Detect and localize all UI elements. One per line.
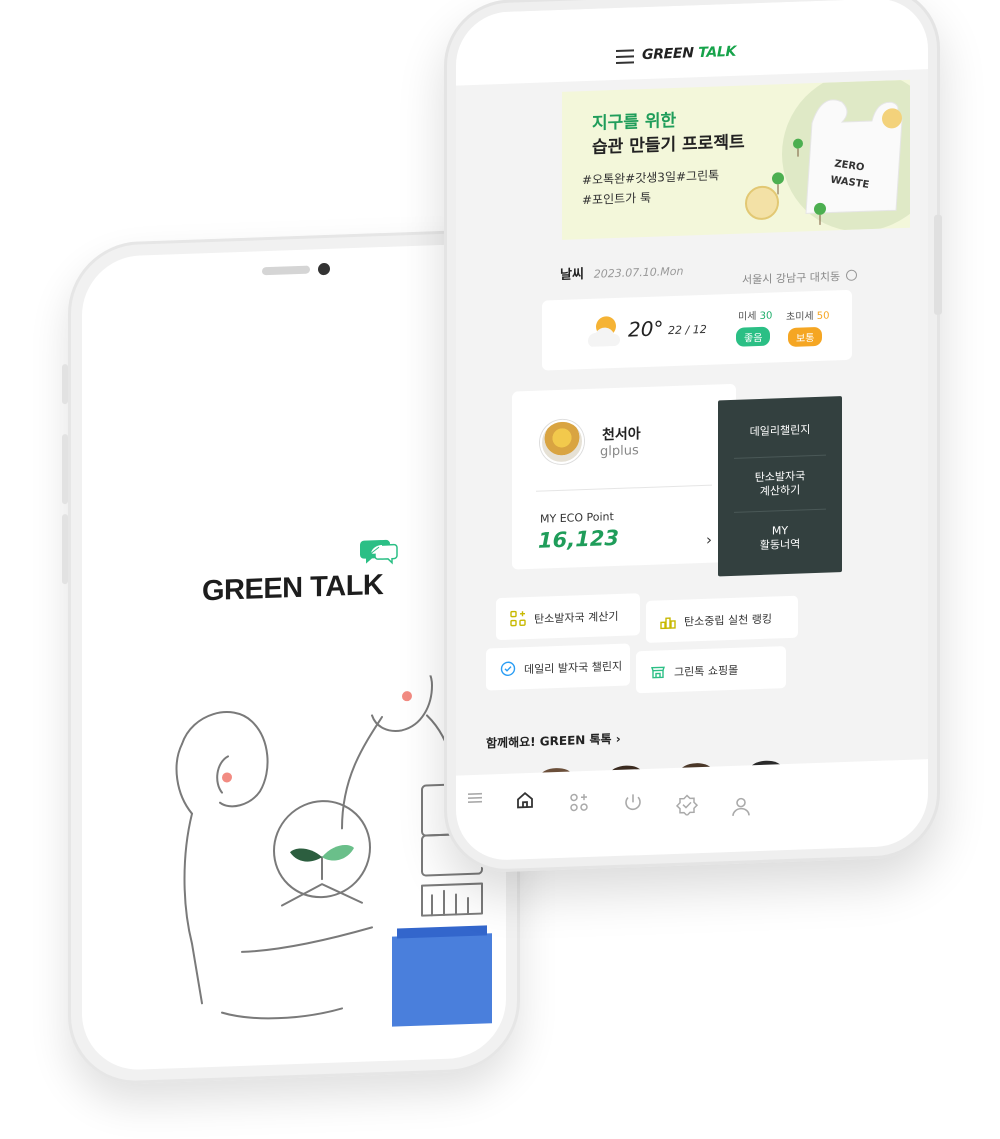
weather-card[interactable]: 20° 22 / 12 미세 30 좋음 초미세 50 보통 (542, 289, 852, 371)
panel-divider (734, 508, 826, 513)
chevron-right-icon[interactable]: › (616, 732, 621, 746)
power-button (934, 214, 942, 315)
daily-footprint-challenge-label: 데일리 발자국 챌린지 (524, 659, 623, 677)
carbon-ranking-label: 탄소중립 실천 랭킹 (684, 612, 772, 629)
weather-location[interactable]: 서울시 강남구 대치동 (742, 268, 858, 288)
eco-point-label: MY ECO Point (540, 510, 614, 526)
profile-id: glplus (600, 443, 639, 460)
mute-switch (62, 364, 68, 405)
app-phone: GREEN TALK 지구를 위한 습관 만들기 프로젝트 #오톡완#갓생3일#… (444, 0, 942, 874)
banner-hashtags-1: #오톡완#갓생3일#그린톡 (582, 168, 720, 188)
menu-icon[interactable] (464, 787, 486, 810)
weather-date: 2023.07.10.Mon (593, 264, 684, 281)
chevron-right-icon[interactable]: › (706, 531, 712, 549)
temp-range: 22 / 12 (668, 322, 707, 338)
user-icon[interactable] (730, 795, 752, 818)
ultrafine-dust-label: 초미세 (786, 311, 814, 324)
check-circle-icon (500, 661, 516, 676)
bottom-tab-bar (456, 759, 928, 862)
ranking-icon (660, 617, 676, 630)
weather-title: 날씨 (560, 267, 584, 283)
hamburger-menu-icon[interactable] (616, 49, 634, 64)
app-title-talk: TALK (698, 43, 737, 62)
greentalk-shop-button[interactable]: 그린톡 쇼핑몰 (636, 646, 786, 694)
splash-logo: GREEN TALK (202, 568, 384, 608)
app-header: GREEN TALK (456, 0, 928, 86)
carbon-calculator-button[interactable]: 탄소발자국 계산기 (496, 593, 640, 641)
daily-challenge-link[interactable]: 데일리챌린지 (718, 422, 842, 440)
eco-point-value: 16,123 (538, 525, 620, 553)
app-screen: GREEN TALK 지구를 위한 습관 만들기 프로젝트 #오톡완#갓생3일#… (456, 0, 928, 862)
power-icon[interactable] (622, 791, 644, 814)
volume-down-button (62, 514, 68, 585)
fine-dust-status-badge: 좋음 (736, 326, 771, 347)
home-icon[interactable] (514, 789, 536, 812)
carbon-ranking-button[interactable]: 탄소중립 실천 랭킹 (646, 595, 798, 643)
carbon-calc-link[interactable]: 탄소발자국 계산하기 (718, 468, 842, 500)
fine-dust: 미세 30 (738, 307, 772, 323)
ultrafine-dust-value: 50 (816, 310, 830, 322)
leaf-chat-icon (360, 539, 398, 565)
daily-footprint-challenge-button[interactable]: 데일리 발자국 챌린지 (486, 643, 630, 691)
ultrafine-dust: 초미세 50 (786, 307, 830, 324)
profile-card[interactable]: 천서아 glplus MY ECO Point 16,123 › (512, 383, 736, 570)
my-activity-link[interactable]: MY 활동너역 (718, 522, 842, 554)
banner-hashtags-2: #포인트가 툭 (582, 190, 652, 208)
app-title: GREEN TALK (642, 44, 736, 63)
shop-icon (651, 666, 665, 679)
side-quick-panel: 데일리챌린지 탄소발자국 계산하기 MY 활동너역 (718, 396, 842, 577)
profile-divider (536, 484, 712, 492)
ultrafine-dust-status-badge: 보통 (788, 326, 823, 347)
profile-name: 천서아 (602, 426, 641, 444)
app-title-green: GREEN (642, 45, 694, 64)
calculator-icon (510, 610, 526, 627)
avatar (540, 419, 584, 465)
current-temp: 20° (628, 316, 664, 342)
fine-dust-value: 30 (759, 310, 773, 322)
location-text: 서울시 강남구 대치동 (742, 270, 841, 287)
speaker-grille (262, 265, 310, 276)
splash-screen: GREEN TALK (82, 242, 506, 1072)
together-section-title[interactable]: 함께해요! GREEN 톡톡 › (486, 730, 621, 752)
promo-banner[interactable]: 지구를 위한 습관 만들기 프로젝트 #오톡완#갓생3일#그린톡 #포인트가 툭… (562, 79, 910, 240)
partly-cloudy-icon (587, 316, 620, 347)
location-target-icon[interactable] (846, 269, 858, 281)
fine-dust-label: 미세 (738, 311, 757, 323)
badge-icon[interactable] (676, 793, 698, 816)
front-camera (318, 262, 330, 276)
volume-up-button (62, 434, 68, 505)
together-title-text: 함께해요! GREEN 톡톡 (486, 732, 616, 751)
carbon-calculator-label: 탄소발자국 계산기 (534, 609, 619, 626)
greentalk-shop-label: 그린톡 쇼핑몰 (674, 663, 739, 679)
zero-waste-bag-illustration: ZERO WASTE (745, 79, 910, 232)
panel-divider (734, 454, 826, 459)
banner-headline-2: 습관 만들기 프로젝트 (592, 132, 745, 158)
apps-icon[interactable] (568, 791, 590, 814)
